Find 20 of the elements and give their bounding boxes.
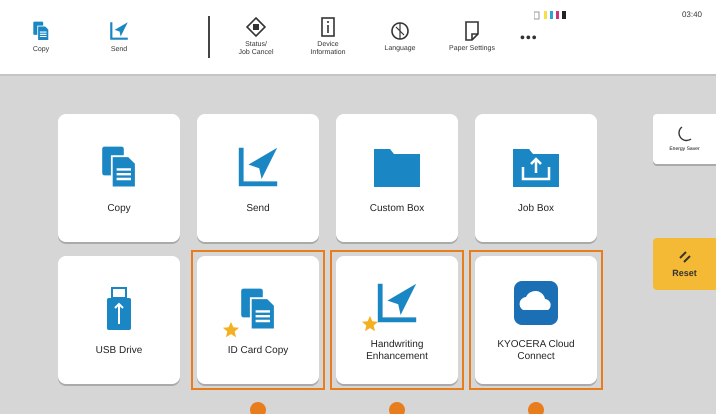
more-button[interactable]: ••• (514, 28, 544, 46)
app-tile[interactable]: USB Drive (58, 256, 180, 384)
app-tile[interactable]: Custom Box (336, 114, 458, 242)
device-info-icon (320, 17, 336, 38)
paper-icon (464, 21, 480, 42)
app-tile[interactable]: Job Box (475, 114, 597, 242)
cloud-icon (513, 280, 559, 326)
moon-icon (678, 126, 692, 142)
diamond-icon (246, 17, 266, 38)
toner-level-icon (534, 10, 568, 20)
app-tile[interactable]: Send (197, 114, 319, 242)
app-tile[interactable]: KYOCERA Cloud Connect (475, 256, 597, 384)
reset-button[interactable]: Reset (653, 238, 716, 290)
app-tile[interactable]: ID Card Copy (197, 256, 319, 384)
app-tile[interactable]: Copy (58, 114, 180, 242)
clock-time: 03:40 (682, 10, 702, 19)
paper-plane-tray-icon (108, 20, 130, 42)
app-tile[interactable]: Handwriting Enhancement (336, 256, 458, 384)
double-slash-icon (678, 250, 692, 264)
usb-drive-icon (104, 286, 134, 332)
